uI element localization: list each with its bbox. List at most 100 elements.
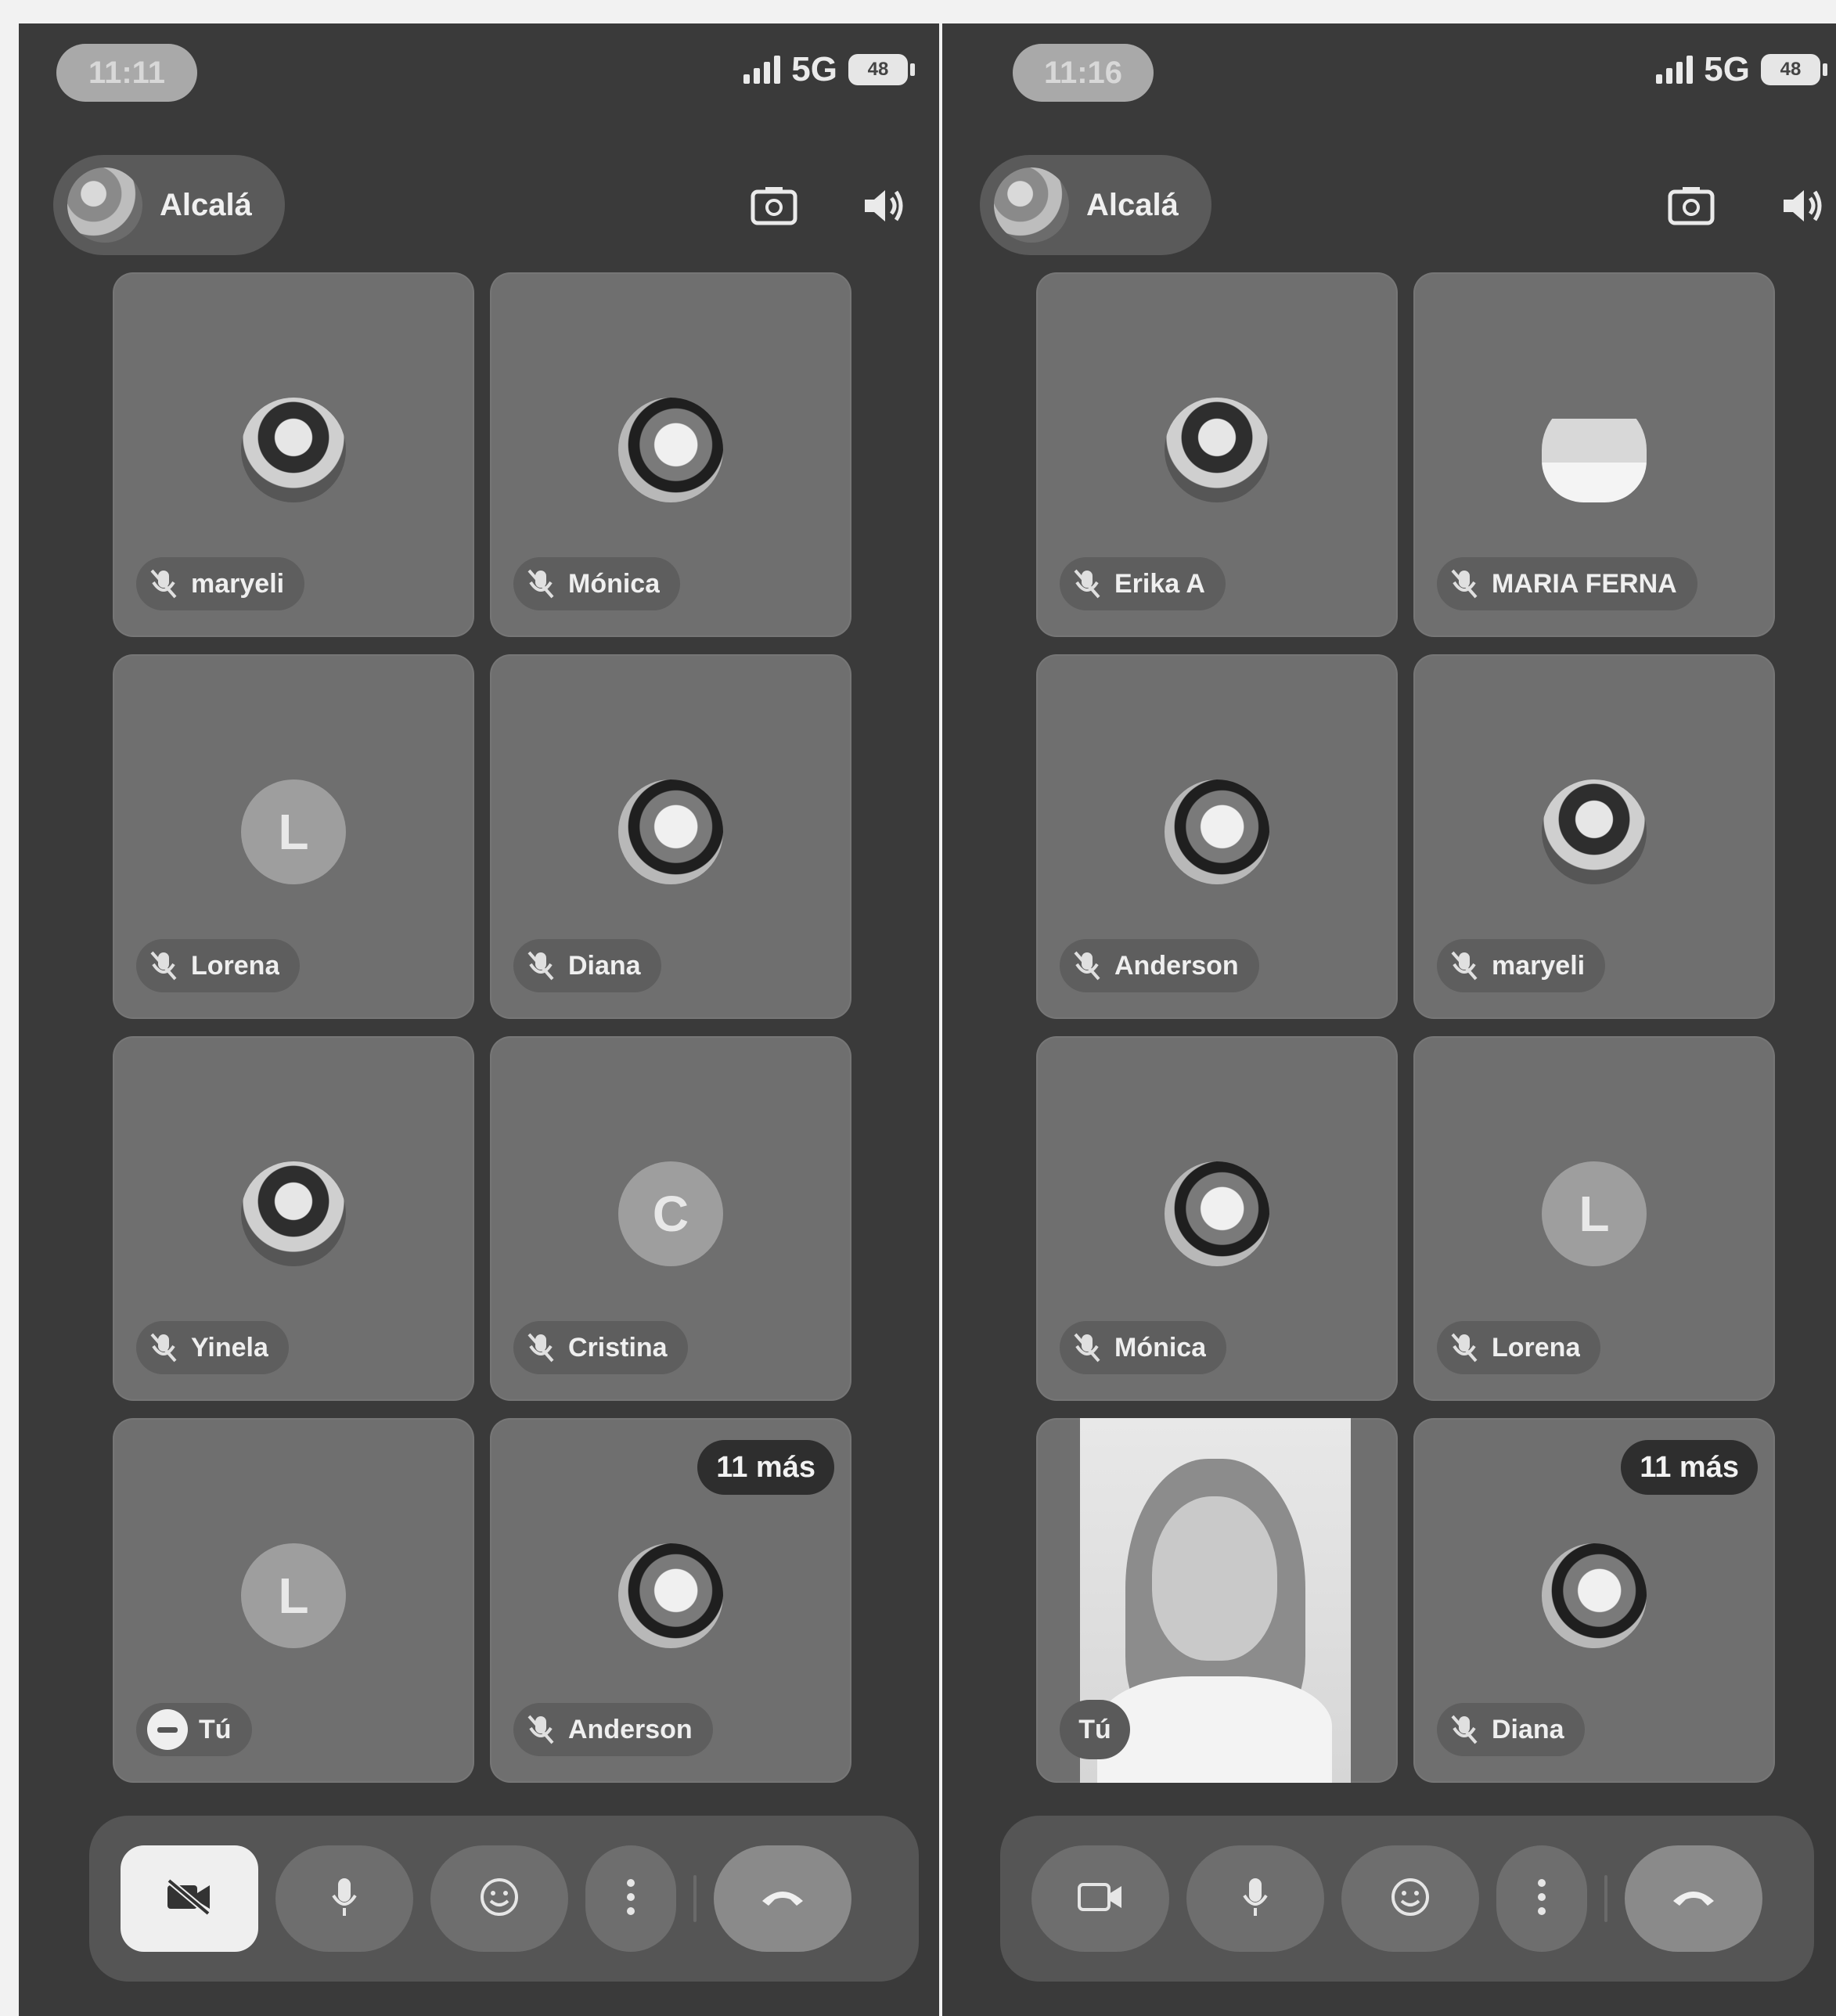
status-bar: 11:11 5G 48 xyxy=(19,23,939,133)
avatar xyxy=(1165,398,1269,502)
speaker-icon[interactable] xyxy=(1775,178,1830,233)
signal-icon xyxy=(1656,56,1694,84)
avatar xyxy=(1542,398,1647,502)
battery-icon: 48 xyxy=(848,54,915,85)
avatar xyxy=(241,1161,346,1266)
call-screen-right: 11:16 5G 48 Alcalá Erika A MARIA FERNA A… xyxy=(942,23,1836,2016)
mic-off-icon xyxy=(147,567,180,600)
name-tag: Cristina xyxy=(513,1321,688,1374)
end-call-button[interactable] xyxy=(714,1845,851,1952)
camera-switch-icon[interactable] xyxy=(1664,178,1719,233)
status-indicators: 5G 48 xyxy=(1656,50,1827,89)
group-chip[interactable]: Alcalá xyxy=(53,155,285,255)
participant-tile[interactable]: Erika A xyxy=(1036,272,1398,637)
emoji-icon xyxy=(1389,1876,1431,1922)
mic-off-icon xyxy=(524,949,557,982)
mic-button[interactable] xyxy=(1186,1845,1324,1952)
participant-tile[interactable]: Yinela xyxy=(113,1036,474,1401)
avatar: L xyxy=(1542,1161,1647,1266)
more-options-button[interactable] xyxy=(1496,1845,1587,1952)
name-tag: Yinela xyxy=(136,1321,289,1374)
participant-tile[interactable]: Diana xyxy=(490,654,851,1019)
participant-tile[interactable]: maryeli xyxy=(113,272,474,637)
group-name: Alcalá xyxy=(1086,187,1179,222)
mic-button[interactable] xyxy=(275,1845,413,1952)
participant-tile[interactable]: Anderson xyxy=(1036,654,1398,1019)
avatar xyxy=(1165,779,1269,884)
video-off-icon xyxy=(164,1877,214,1921)
video-off-button[interactable] xyxy=(121,1845,258,1952)
name-tag: Lorena xyxy=(1437,1321,1601,1374)
more-vertical-icon xyxy=(1537,1877,1546,1921)
avatar: L xyxy=(241,1543,346,1648)
participant-tile[interactable]: 11 más Diana xyxy=(1413,1418,1775,1783)
participant-tile[interactable]: MARIA FERNA xyxy=(1413,272,1775,637)
group-avatar xyxy=(67,167,142,243)
participant-tile[interactable]: C Cristina xyxy=(490,1036,851,1401)
participant-name: Diana xyxy=(1492,1714,1564,1744)
emoji-icon xyxy=(478,1876,520,1922)
video-person-shirt xyxy=(1097,1676,1332,1783)
video-person-face xyxy=(1152,1496,1277,1661)
mic-off-icon xyxy=(147,949,180,982)
speaker-icon[interactable] xyxy=(856,178,911,233)
participant-tile[interactable]: Mónica xyxy=(490,272,851,637)
self-video-tile[interactable]: Tú xyxy=(1036,1418,1398,1783)
participant-tile[interactable]: maryeli xyxy=(1413,654,1775,1019)
status-time: 11:11 xyxy=(56,44,197,102)
name-tag: Diana xyxy=(1437,1703,1585,1756)
mic-off-icon xyxy=(147,1331,180,1364)
more-options-button[interactable] xyxy=(585,1845,676,1952)
call-controls xyxy=(1000,1816,1814,1982)
end-call-icon xyxy=(759,1885,806,1913)
avatar xyxy=(1542,1543,1647,1648)
mic-off-icon xyxy=(1071,949,1103,982)
participant-name: Lorena xyxy=(191,950,280,981)
more-participants-badge[interactable]: 11 más xyxy=(697,1440,834,1495)
participant-name: MARIA FERNA xyxy=(1492,568,1677,599)
end-call-button[interactable] xyxy=(1625,1845,1762,1952)
mic-off-icon xyxy=(1448,1331,1481,1364)
signal-icon xyxy=(743,56,781,84)
mic-off-icon xyxy=(1448,1713,1481,1746)
participant-name: Erika A xyxy=(1114,568,1205,599)
name-tag: maryeli xyxy=(136,557,305,610)
participant-tile[interactable]: Mónica xyxy=(1036,1036,1398,1401)
avatar xyxy=(1542,779,1647,884)
name-tag: Lorena xyxy=(136,939,301,992)
name-tag: maryeli xyxy=(1437,939,1606,992)
participant-tile[interactable]: 11 más Anderson xyxy=(490,1418,851,1783)
camera-switch-icon[interactable] xyxy=(747,178,801,233)
participant-name: maryeli xyxy=(1492,950,1586,981)
status-bar: 11:16 5G 48 xyxy=(942,23,1836,133)
participant-tile[interactable]: L Lorena xyxy=(113,654,474,1019)
emoji-button[interactable] xyxy=(430,1845,568,1952)
more-participants-badge[interactable]: 11 más xyxy=(1621,1440,1758,1495)
self-tile[interactable]: L Tú xyxy=(113,1418,474,1783)
name-tag: Mónica xyxy=(513,557,681,610)
video-button[interactable] xyxy=(1031,1845,1169,1952)
group-avatar xyxy=(994,167,1069,243)
participant-grid: maryeli Mónica L Lorena Diana Yinela C C… xyxy=(113,272,851,1783)
participant-name: Cristina xyxy=(568,1332,668,1363)
call-header: Alcalá xyxy=(942,133,1836,258)
call-controls xyxy=(89,1816,919,1982)
mic-icon xyxy=(1240,1875,1271,1923)
more-vertical-icon xyxy=(626,1877,635,1921)
divider xyxy=(1604,1875,1607,1922)
group-chip[interactable]: Alcalá xyxy=(980,155,1211,255)
emoji-button[interactable] xyxy=(1341,1845,1479,1952)
mic-off-icon xyxy=(1071,1331,1103,1364)
participant-tile[interactable]: L Lorena xyxy=(1413,1036,1775,1401)
group-name: Alcalá xyxy=(160,187,252,222)
call-screen-left: 11:11 5G 48 Alcalá maryeli Mónica L Lore… xyxy=(19,23,939,2016)
mic-off-icon xyxy=(1071,567,1103,600)
participant-name: Mónica xyxy=(1114,1332,1207,1363)
mic-off-icon xyxy=(1448,567,1481,600)
mic-off-icon xyxy=(524,1713,557,1746)
name-tag: Anderson xyxy=(1060,939,1259,992)
mic-off-icon xyxy=(1448,949,1481,982)
avatar xyxy=(618,779,723,884)
status-time: 11:16 xyxy=(1013,44,1154,102)
participant-name: Mónica xyxy=(568,568,661,599)
